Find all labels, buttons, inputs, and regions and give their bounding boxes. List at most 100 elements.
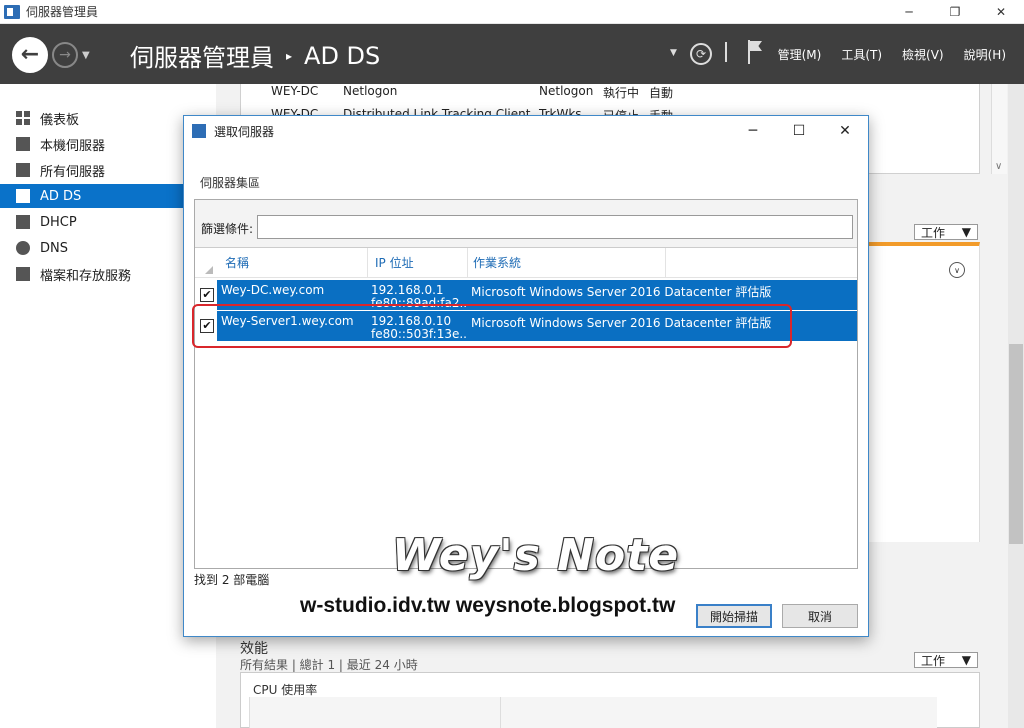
watermark-urls: w-studio.idv.tw weysnote.blogspot.tw <box>300 594 676 617</box>
chart-gridline <box>500 697 501 728</box>
chevron-down-icon: ▼ <box>961 653 971 667</box>
breadcrumb: 伺服器管理員 ▸ AD DS <box>130 38 380 73</box>
close-button[interactable]: ✕ <box>978 0 1024 24</box>
column-divider[interactable] <box>665 248 666 278</box>
filter-bar: 篩選條件: <box>195 200 857 248</box>
adds-icon <box>16 189 30 203</box>
dialog-title: 選取伺服器 <box>214 124 275 139</box>
performance-subtitle: 所有結果 | 總計 1 | 最近 24 小時 <box>240 658 418 672</box>
dns-icon <box>16 241 30 255</box>
server-ipv6: fe80::89ad:fa2... <box>371 296 467 310</box>
dashboard-icon <box>16 111 30 125</box>
refresh-icon[interactable]: ⟳ <box>690 43 712 65</box>
menu-help[interactable]: 說明(H) <box>964 46 1006 63</box>
server-os: Microsoft Windows Server 2016 Datacenter… <box>471 285 772 299</box>
service-start-type: 自動 <box>649 86 674 100</box>
maximize-button[interactable]: ☐ <box>776 116 822 146</box>
server-pool-label: 伺服器集區 <box>200 176 261 190</box>
restore-button[interactable]: ❐ <box>932 0 978 24</box>
tasks-dropdown-button[interactable]: 工作 ▼ <box>914 224 978 240</box>
service-status: 執行中 <box>603 86 640 100</box>
window-titlebar: 伺服器管理員 ─ ❐ ✕ <box>0 0 1024 24</box>
history-dropdown-icon[interactable]: ▼ <box>82 50 90 61</box>
server-os: Microsoft Windows Server 2016 Datacenter… <box>471 316 772 330</box>
sidebar-item-label: 檔案和存放服務 <box>40 268 132 284</box>
divider <box>725 42 727 62</box>
row-checkbox[interactable]: ✔ <box>200 288 214 302</box>
breadcrumb-current: AD DS <box>304 41 381 70</box>
header-menus: 管理(M) 工具(T) 檢視(V) 說明(H) <box>778 46 1006 63</box>
server-ip: 192.168.0.1 <box>371 283 444 297</box>
table-row[interactable]: ✔ Wey-Server1.wey.com 192.168.0.10 fe80:… <box>195 311 857 341</box>
server-manager-icon <box>192 124 206 138</box>
sidebar-item-label: AD DS <box>40 188 82 204</box>
services-scrollbar[interactable]: ∨ <box>991 84 1007 174</box>
row-selection: Wey-DC.wey.com 192.168.0.1 fe80::89ad:fa… <box>217 280 857 310</box>
sidebar-item-label: 儀表板 <box>40 112 80 128</box>
service-name: Netlogon <box>539 84 594 98</box>
select-all-corner-icon[interactable] <box>205 266 213 274</box>
column-os[interactable]: 作業系統 <box>473 254 521 271</box>
window-controls: ─ ❐ ✕ <box>886 0 1024 24</box>
chevron-down-icon[interactable]: ∨ <box>995 161 1002 172</box>
back-arrow-icon[interactable] <box>12 37 48 73</box>
menu-view[interactable]: 檢視(V) <box>902 46 944 63</box>
cancel-button[interactable]: 取消 <box>782 604 858 628</box>
table-row[interactable]: ✔ Wey-DC.wey.com 192.168.0.1 fe80::89ad:… <box>195 280 857 310</box>
dialog-titlebar: 選取伺服器 ─ ☐ ✕ <box>184 116 868 146</box>
notifications-flag-icon[interactable] <box>748 40 764 64</box>
refresh-dropdown-icon[interactable]: ▼ <box>670 48 677 58</box>
performance-tasks-button[interactable]: 工作 ▼ <box>914 652 978 668</box>
minimize-button[interactable]: ─ <box>886 0 932 24</box>
filter-label: 篩選條件: <box>201 222 254 236</box>
row-selection: Wey-Server1.wey.com 192.168.0.10 fe80::5… <box>217 311 857 341</box>
sidebar-item-label: 所有伺服器 <box>40 164 106 180</box>
close-button[interactable]: ✕ <box>822 116 868 146</box>
main-scrollbar[interactable] <box>1008 84 1024 728</box>
cpu-usage-panel: CPU 使用率 <box>240 672 980 728</box>
filter-input[interactable] <box>257 215 853 239</box>
column-divider[interactable] <box>367 248 368 278</box>
column-divider[interactable] <box>467 248 468 278</box>
expand-circle-icon[interactable]: ∨ <box>949 262 965 278</box>
scrollbar-thumb[interactable] <box>1009 344 1023 544</box>
column-header: 名稱 IP 位址 作業系統 <box>195 248 857 278</box>
performance-title: 效能 <box>240 641 268 657</box>
sidebar-item-label: DHCP <box>40 214 77 230</box>
server-pool-list: 篩選條件: 名稱 IP 位址 作業系統 ✔ Wey-DC.wey.com 192… <box>194 199 858 569</box>
dhcp-icon <box>16 215 30 229</box>
cpu-usage-label: CPU 使用率 <box>253 683 318 697</box>
server-name: Wey-Server1.wey.com <box>221 314 354 328</box>
server-ip: 192.168.0.10 <box>371 314 452 328</box>
menu-manage[interactable]: 管理(M) <box>778 46 822 63</box>
row-checkbox-cell: ✔ <box>195 311 217 341</box>
dialog-window-controls: ─ ☐ ✕ <box>730 116 868 146</box>
minimize-button[interactable]: ─ <box>730 116 776 146</box>
cpu-usage-chart <box>249 697 937 728</box>
chevron-down-icon: ▼ <box>961 225 971 239</box>
watermark-title: Wey's Note <box>392 530 680 581</box>
forward-arrow-icon[interactable]: → <box>52 42 78 68</box>
window-title: 伺服器管理員 <box>26 5 99 19</box>
found-count-text: 找到 2 部電腦 <box>194 573 270 587</box>
servers-icon <box>16 163 30 177</box>
server-ipv6: fe80::503f:13e... <box>371 327 467 341</box>
start-scan-button[interactable]: 開始掃描 <box>696 604 772 628</box>
tasks-label: 工作 <box>921 653 946 668</box>
sidebar-item-label: 本機伺服器 <box>40 138 106 154</box>
app-header: → ▼ 伺服器管理員 ▸ AD DS ▼ ⟳ 管理(M) 工具(T) 檢視(V)… <box>0 24 1024 84</box>
storage-icon <box>16 267 30 281</box>
row-checkbox[interactable]: ✔ <box>200 319 214 333</box>
service-display-name: Netlogon <box>343 84 398 98</box>
tasks-label: 工作 <box>921 225 946 240</box>
server-name: Wey-DC.wey.com <box>221 283 325 297</box>
breadcrumb-separator-icon: ▸ <box>286 48 293 63</box>
row-checkbox-cell: ✔ <box>195 280 217 310</box>
menu-tools[interactable]: 工具(T) <box>841 46 882 63</box>
breadcrumb-root[interactable]: 伺服器管理員 <box>130 38 274 73</box>
server-manager-icon <box>4 4 20 19</box>
service-server: WEY-DC <box>271 84 319 98</box>
server-icon <box>16 137 30 151</box>
column-name[interactable]: 名稱 <box>225 254 249 271</box>
column-ip[interactable]: IP 位址 <box>375 254 414 271</box>
